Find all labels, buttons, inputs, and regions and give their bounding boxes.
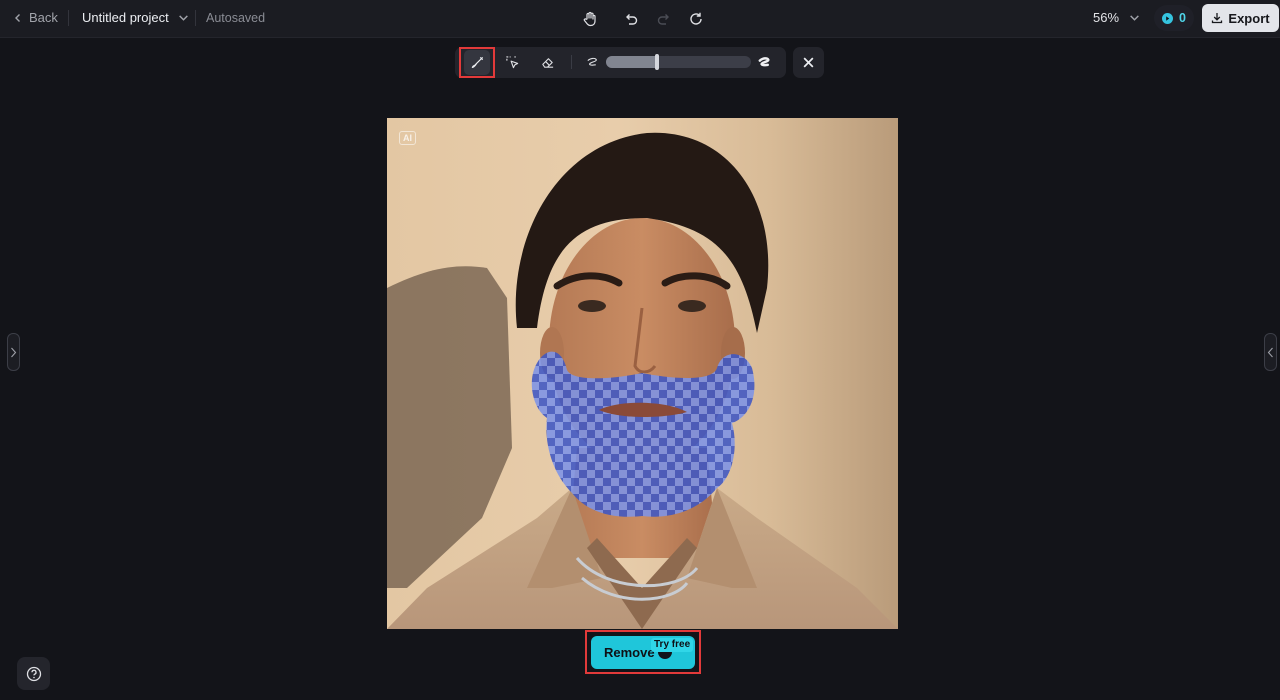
hand-icon xyxy=(583,11,596,27)
project-menu[interactable]: Untitled project xyxy=(82,10,189,25)
zoom-menu[interactable]: 56% xyxy=(1093,10,1140,25)
small-brush-indicator xyxy=(579,50,605,75)
export-button[interactable]: Export xyxy=(1202,4,1279,32)
large-brush-icon xyxy=(758,57,769,67)
reset-button[interactable] xyxy=(685,8,707,30)
portrait-image xyxy=(387,132,898,629)
undo-button[interactable] xyxy=(620,8,642,30)
redo-icon xyxy=(657,14,669,25)
credits-count: 0 xyxy=(1179,11,1186,25)
project-title: Untitled project xyxy=(82,10,169,25)
left-panel-toggle[interactable] xyxy=(7,333,20,371)
large-brush-indicator xyxy=(751,50,777,75)
right-panel-toggle[interactable] xyxy=(1264,333,1277,371)
smart-select-button[interactable] xyxy=(499,50,525,75)
download-icon xyxy=(1212,13,1223,24)
close-icon xyxy=(803,57,814,68)
divider xyxy=(195,10,196,26)
toolbar-divider xyxy=(571,55,572,69)
remove-label: Remove xyxy=(604,645,655,660)
zoom-level: 56% xyxy=(1093,10,1120,25)
ai-badge: AI xyxy=(399,131,416,145)
export-label: Export xyxy=(1228,10,1270,26)
image-canvas[interactable]: AI xyxy=(387,118,898,629)
refresh-icon xyxy=(690,12,702,25)
divider xyxy=(68,10,69,26)
back-button[interactable]: Back xyxy=(13,10,58,25)
brush-tool-button[interactable] xyxy=(464,50,490,75)
back-label: Back xyxy=(29,10,58,25)
brush-icon xyxy=(471,56,483,69)
eraser-tool-button[interactable] xyxy=(534,50,560,75)
pan-tool-button[interactable] xyxy=(579,8,601,30)
redo-button[interactable] xyxy=(653,8,675,30)
brush-size-thumb[interactable] xyxy=(654,54,659,70)
chevron-right-icon xyxy=(11,347,17,357)
chevron-down-icon xyxy=(178,15,188,21)
top-bar: Back Untitled project Autosaved 56% 0 Ex… xyxy=(0,0,1280,38)
credit-coin-icon xyxy=(1162,12,1174,24)
brush-size-fill xyxy=(606,56,657,68)
save-status: Autosaved xyxy=(206,11,266,25)
brush-size-slider[interactable] xyxy=(606,54,751,70)
close-brush-button[interactable] xyxy=(793,47,824,78)
select-cursor-icon xyxy=(505,56,518,69)
help-icon xyxy=(26,666,41,681)
undo-icon xyxy=(626,14,638,25)
chevron-down-icon xyxy=(1130,15,1139,21)
chevron-left-icon xyxy=(15,13,20,22)
small-brush-icon xyxy=(586,57,597,66)
chevron-left-icon xyxy=(1267,347,1273,357)
credits-button[interactable]: 0 xyxy=(1154,5,1194,31)
try-free-badge: Try free xyxy=(651,638,694,652)
help-button[interactable] xyxy=(17,657,50,690)
eraser-icon xyxy=(541,58,553,68)
